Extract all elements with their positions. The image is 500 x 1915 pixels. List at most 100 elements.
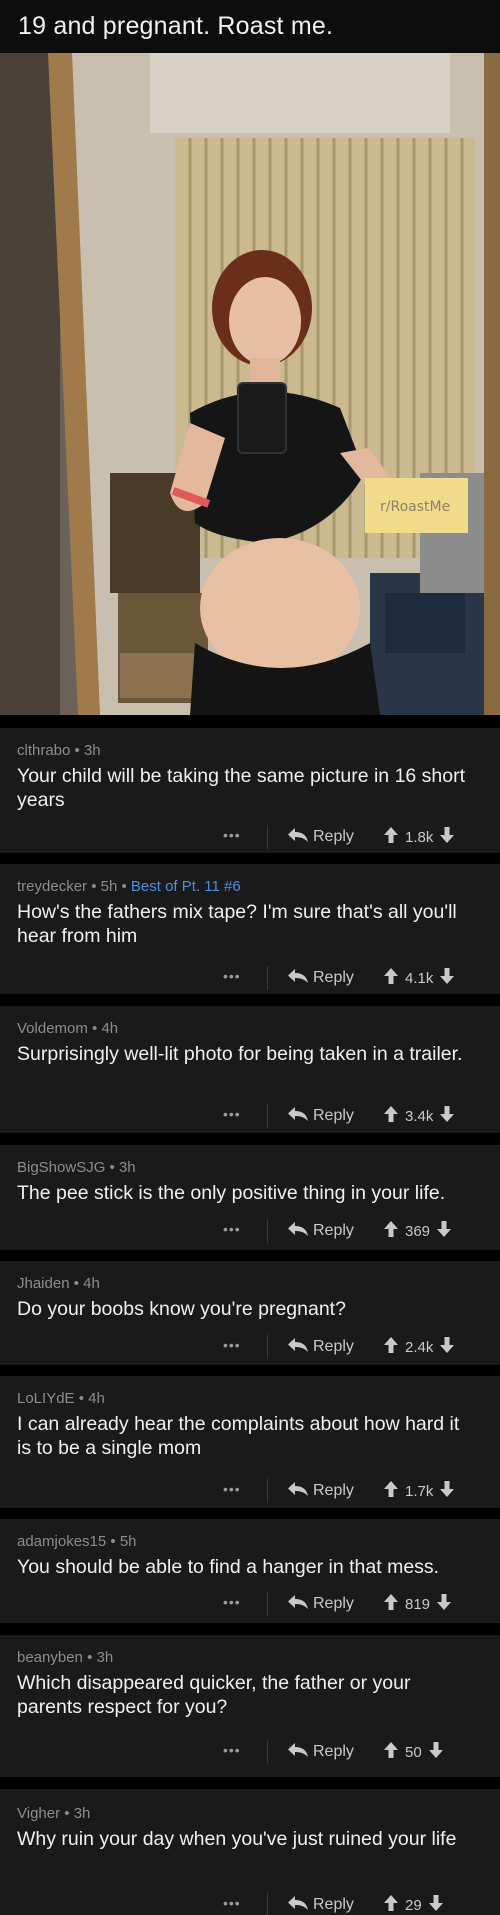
comment-actions: ••• Reply 2.4k — [0, 1333, 500, 1363]
comment-author[interactable]: adamjokes15 — [17, 1533, 106, 1550]
comment: treydecker • 5h • Best of Pt. 11 #6 How's… — [0, 864, 500, 994]
comment-actions: ••• Reply 369 — [0, 1217, 500, 1247]
upvote-icon[interactable] — [383, 1894, 399, 1915]
meta-separator: • — [60, 1805, 74, 1822]
comment-actions: ••• Reply 819 — [0, 1590, 500, 1620]
reply-label: Reply — [313, 1482, 354, 1499]
reply-icon — [287, 968, 313, 989]
reply-button[interactable]: Reply — [287, 1893, 354, 1915]
reply-button[interactable]: Reply — [287, 966, 354, 990]
reply-button[interactable]: Reply — [287, 1740, 354, 1764]
comment-age: 4h — [83, 1275, 100, 1292]
upvote-icon[interactable] — [383, 1220, 399, 1242]
comment-body: Your child will be taking the same pictu… — [17, 765, 466, 811]
more-options-icon[interactable]: ••• — [223, 1895, 241, 1911]
reply-label: Reply — [313, 1107, 354, 1124]
comment-body: How's the fathers mix tape? I'm sure tha… — [17, 901, 457, 947]
downvote-icon[interactable] — [439, 967, 455, 989]
more-options-icon[interactable]: ••• — [223, 1481, 241, 1497]
vote-controls: 3.4k — [383, 1104, 455, 1128]
comment-flair: Best of Pt. 11 #6 — [130, 878, 241, 895]
upvote-icon[interactable] — [383, 967, 399, 989]
upvote-icon[interactable] — [383, 1741, 399, 1763]
meta-separator: • — [82, 1649, 97, 1666]
reply-label: Reply — [313, 1338, 354, 1355]
post-title: 19 and pregnant. Roast me. — [18, 12, 334, 40]
meta-separator: • — [106, 1533, 120, 1550]
mirror-selfie-illustration: r/RoastMe — [0, 53, 500, 715]
reply-button[interactable]: Reply — [287, 1104, 354, 1128]
comment-author[interactable]: beanyben — [17, 1649, 83, 1666]
comment-author[interactable]: Jhaiden — [17, 1275, 70, 1292]
comment-author[interactable]: clthrabo — [17, 742, 70, 759]
more-options-icon[interactable]: ••• — [223, 1594, 241, 1610]
vote-controls: 29 — [383, 1893, 444, 1915]
downvote-icon[interactable] — [439, 1105, 455, 1127]
comment-author[interactable]: treydecker — [17, 878, 87, 895]
comment-score: 1.8k — [405, 828, 434, 846]
upvote-icon[interactable] — [383, 1593, 399, 1615]
post-title-bar: 19 and pregnant. Roast me. — [0, 0, 500, 53]
reply-button[interactable]: Reply — [287, 1335, 354, 1359]
downvote-icon[interactable] — [428, 1894, 444, 1915]
comment-author[interactable]: Voldemom — [17, 1020, 88, 1037]
comment-author[interactable]: LoLIYdE — [17, 1390, 75, 1407]
reply-button[interactable]: Reply — [287, 1479, 354, 1503]
comment-meta: Voldemom • 4h — [17, 1020, 118, 1037]
upvote-icon[interactable] — [383, 826, 399, 848]
more-options-icon[interactable]: ••• — [223, 1106, 241, 1122]
comment-body: Which disappeared quicker, the father or… — [17, 1672, 411, 1718]
more-options-icon[interactable]: ••• — [223, 827, 241, 843]
comment-age: 3h — [83, 742, 101, 759]
reply-button[interactable]: Reply — [287, 825, 354, 849]
meta-separator: • — [74, 1390, 89, 1407]
downvote-icon[interactable] — [439, 826, 455, 848]
comment: clthrabo • 3h Your child will be taking t… — [0, 728, 500, 853]
more-options-icon[interactable]: ••• — [223, 1742, 241, 1758]
comment-author[interactable]: Vigher — [17, 1805, 60, 1822]
downvote-icon[interactable] — [436, 1220, 452, 1242]
sign-text: r/RoastMe — [380, 499, 450, 515]
action-divider — [267, 1740, 268, 1764]
more-options-icon[interactable]: ••• — [223, 968, 241, 984]
downvote-icon[interactable] — [439, 1480, 455, 1502]
post-image[interactable]: r/RoastMe — [0, 53, 500, 715]
upvote-icon[interactable] — [383, 1336, 399, 1358]
vote-controls: 819 — [383, 1592, 452, 1616]
reply-label: Reply — [313, 1222, 354, 1239]
downvote-icon[interactable] — [436, 1593, 452, 1615]
comment: Jhaiden • 4h Do your boobs know you're pr… — [0, 1261, 500, 1365]
reply-button[interactable]: Reply — [287, 1219, 354, 1243]
reply-icon — [287, 1594, 313, 1615]
comment-body: You should be able to find a hanger in t… — [17, 1556, 440, 1578]
comment-actions: ••• Reply 4.1k — [0, 964, 500, 994]
comment: Voldemom • 4h Surprisingly well-lit photo… — [0, 1006, 500, 1133]
meta-separator: • — [117, 878, 131, 895]
more-options-icon[interactable]: ••• — [223, 1337, 241, 1353]
vote-controls: 50 — [383, 1740, 444, 1764]
comment-body: The pee stick is the only positive thing… — [17, 1182, 446, 1204]
reply-icon — [287, 1106, 313, 1127]
comment: adamjokes15 • 5h You should be able to fi… — [0, 1519, 500, 1623]
comment-author[interactable]: BigShowSJG — [17, 1159, 105, 1176]
reply-label: Reply — [313, 969, 354, 986]
comment-actions: ••• Reply 1.7k — [0, 1477, 500, 1507]
action-divider — [267, 1893, 268, 1915]
comment-score: 50 — [405, 1743, 422, 1761]
comment-age: 3h — [73, 1805, 91, 1822]
downvote-icon[interactable] — [439, 1336, 455, 1358]
comment: BigShowSJG • 3h The pee stick is the only… — [0, 1145, 500, 1250]
more-options-icon[interactable]: ••• — [223, 1221, 241, 1237]
reply-button[interactable]: Reply — [287, 1592, 354, 1616]
reply-icon — [287, 1742, 313, 1763]
comment-meta: Jhaiden • 4h — [17, 1275, 100, 1292]
comment-body: Do your boobs know you're pregnant? — [17, 1298, 346, 1320]
upvote-icon[interactable] — [383, 1480, 399, 1502]
reply-icon — [287, 1337, 313, 1358]
downvote-icon[interactable] — [428, 1741, 444, 1763]
comment-actions: ••• Reply 1.8k — [0, 823, 500, 853]
comment-score: 1.7k — [405, 1482, 434, 1500]
vote-controls: 1.7k — [383, 1479, 455, 1503]
comment-meta: clthrabo • 3h — [17, 742, 101, 759]
upvote-icon[interactable] — [383, 1105, 399, 1127]
